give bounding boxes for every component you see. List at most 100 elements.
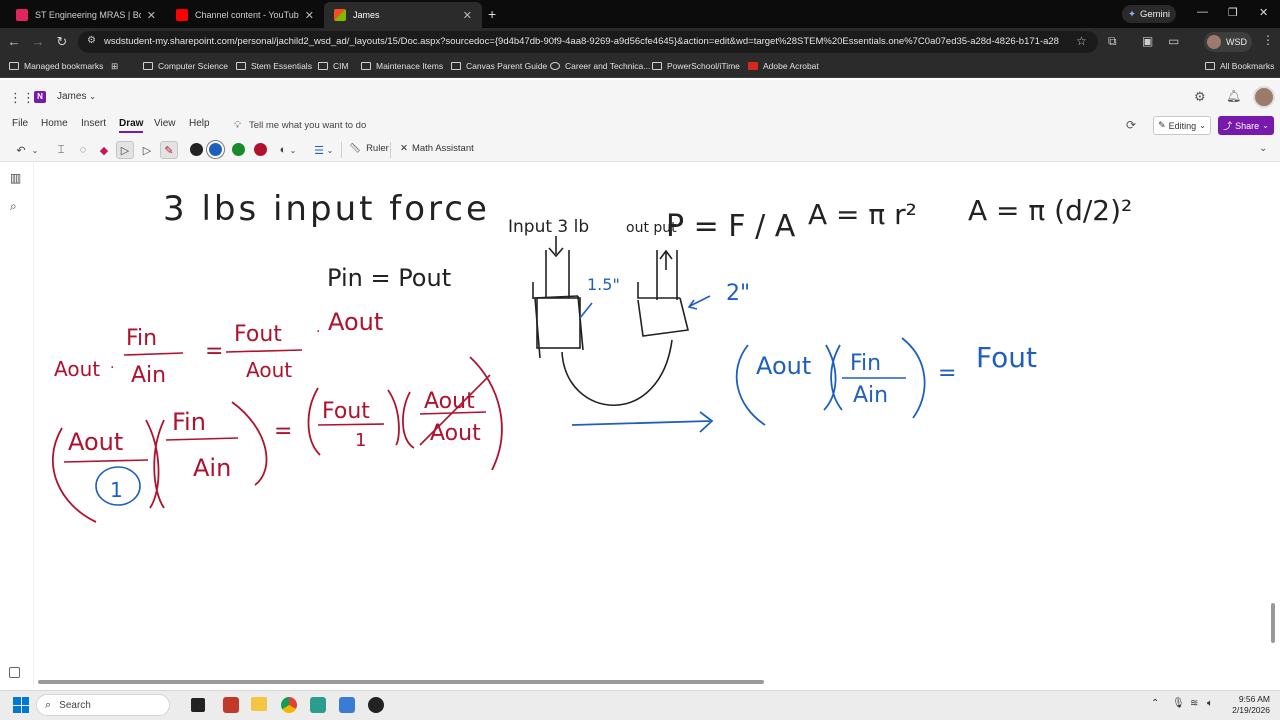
maximize-button[interactable]: ❐ (1228, 6, 1238, 19)
chevron-down-icon: ⌄ (1199, 121, 1206, 130)
back-icon[interactable]: ← (6, 34, 22, 49)
tab-view[interactable]: View (154, 118, 176, 129)
ink-pin-pout: Pin = Pout (327, 264, 451, 292)
pen-color-blue[interactable] (209, 143, 222, 156)
type-select-icon[interactable]: ⌶ (52, 141, 70, 159)
ink-drawing: 3 lbs input force Pin = Pout Input 3 lb … (52, 189, 1132, 523)
omnibox[interactable]: ⚙ wsdstudent-my.sharepoint.com/personal/… (78, 31, 1098, 53)
bookmark-canvas[interactable]: Canvas Parent Guide (451, 61, 547, 71)
ink-to-shape-icon[interactable]: ✎ (160, 141, 178, 159)
search-icon[interactable]: ⌕ (10, 199, 17, 214)
ink-canvas[interactable]: 3 lbs input force Pin = Pout Input 3 lb … (34, 163, 1280, 688)
browser-tab-st-engineering[interactable]: ST Engineering MRAS | Boston ✕ (6, 4, 166, 26)
tab-insert[interactable]: Insert (81, 118, 106, 129)
input-cylinder (532, 282, 584, 359)
ribbon-tabs: File Home Insert Draw View Help 💡︎ Tell … (0, 114, 1280, 138)
page-list-icon[interactable] (9, 667, 20, 678)
tray-chevron-up-icon[interactable]: ⌃ (1151, 698, 1159, 709)
wifi-icon[interactable]: ≋ (1190, 698, 1198, 709)
extensions-icon[interactable]: ⧉ (1108, 34, 1117, 49)
pen-color-green[interactable] (232, 143, 245, 156)
star-icon[interactable]: ☆ (1076, 34, 1087, 48)
app-icon-red[interactable] (223, 697, 239, 713)
bookmark-maintenace[interactable]: Maintenace Items (361, 61, 443, 71)
task-view-icon[interactable] (191, 698, 205, 712)
forward-icon[interactable]: → (30, 34, 46, 49)
minimize-button[interactable]: — (1197, 6, 1208, 18)
gemini-button[interactable]: ✦ Gemini (1122, 5, 1176, 23)
undo-icon[interactable]: ↶ (12, 141, 30, 159)
reload-icon[interactable]: ↻ (54, 34, 70, 50)
all-bookmarks[interactable]: All Bookmarks (1205, 61, 1274, 71)
pointer-tool-icon[interactable]: ▷ (138, 141, 156, 159)
close-icon[interactable]: ✕ (147, 9, 156, 22)
share-button[interactable]: ⤴ Share ⌄ (1218, 116, 1274, 135)
app-icon-teal[interactable] (310, 697, 326, 713)
globe-icon (550, 62, 560, 70)
profile-button[interactable]: WSD (1204, 32, 1252, 52)
pointer-tool-selected-icon[interactable]: ▷ (116, 141, 134, 159)
more-menu-icon[interactable]: ⋮ (1262, 33, 1274, 47)
math-assistant-button[interactable]: ✕ Math Assistant (400, 143, 474, 154)
app-icon-blue[interactable] (339, 697, 355, 713)
ink-eq1-left-den: Ain (131, 363, 166, 388)
file-explorer-icon[interactable] (251, 697, 267, 711)
tab-help[interactable]: Help (189, 118, 210, 129)
tab-home[interactable]: Home (41, 118, 68, 129)
close-icon[interactable]: ✕ (463, 9, 472, 22)
browser-tab-youtube-studio[interactable]: Channel content - YouTube Stu ✕ (166, 4, 324, 26)
windows-start-icon[interactable] (13, 697, 29, 713)
notebook-name[interactable]: James ⌄ (57, 91, 96, 102)
close-window-button[interactable]: ✕ (1259, 6, 1268, 19)
tab-file[interactable]: File (12, 118, 28, 129)
notifications-bell-icon[interactable]: 🔔︎ (1226, 89, 1241, 103)
chrome-icon[interactable] (281, 697, 297, 713)
lasso-select-icon[interactable]: ◌ (74, 141, 92, 159)
site-info-icon[interactable]: ⚙ (87, 35, 96, 46)
url-text[interactable]: wsdstudent-my.sharepoint.com/personal/ja… (104, 36, 1059, 47)
new-tab-button[interactable]: + (488, 6, 496, 22)
pen-color-black[interactable] (190, 143, 203, 156)
undo-dropdown-chevron-icon[interactable]: ⌄ (29, 141, 41, 159)
chevron-down-icon[interactable]: ⌄ (287, 141, 299, 159)
ink-dot: · (110, 360, 114, 376)
settings-gear-icon[interactable]: ⚙ (1194, 89, 1206, 105)
app-icon-dark[interactable] (368, 697, 384, 713)
bookmark-managed[interactable]: Managed bookmarks (9, 61, 103, 71)
bookmark-career[interactable]: Career and Technica... (550, 61, 650, 71)
microphone-icon[interactable]: 🎙︎ (1172, 698, 1185, 709)
notebooks-icon[interactable]: ▥ (10, 171, 21, 185)
eraser-icon[interactable]: ◆ (95, 141, 113, 159)
user-avatar[interactable] (1253, 86, 1275, 108)
horizontal-scrollbar[interactable] (38, 680, 764, 684)
bookmark-adobe[interactable]: Adobe Acrobat (748, 61, 819, 71)
bookmark-cim[interactable]: CIM (318, 61, 349, 71)
tell-me-search[interactable]: 💡︎ Tell me what you want to do (228, 116, 388, 135)
sync-icon[interactable]: ⟳ (1126, 118, 1136, 132)
ruler-button[interactable]: 📏︎ Ruler (349, 143, 389, 154)
chevron-down-icon[interactable]: ⌄ (324, 141, 336, 159)
close-icon[interactable]: ✕ (305, 9, 314, 22)
clock[interactable]: 9:56 AM 2/19/2026 (1228, 694, 1270, 716)
toolbar-divider (341, 142, 342, 158)
volume-icon[interactable]: 🔈︎ (1207, 698, 1213, 709)
input-arrow (548, 236, 564, 258)
pen-color-red[interactable] (254, 143, 267, 156)
vertical-scrollbar[interactable] (1271, 603, 1275, 643)
browser-tab-james[interactable]: James ✕ (324, 2, 482, 28)
bookmark-computer-science[interactable]: Computer Science (143, 61, 228, 71)
ink-eq1-mult: Aout (54, 357, 100, 381)
tab-draw[interactable]: Draw (119, 118, 144, 133)
collapse-ribbon-chevron-icon[interactable]: ⌄ (1259, 143, 1267, 154)
eq3-paren-mid (823, 344, 843, 411)
taskbar-search[interactable]: ⌕ Search (36, 694, 170, 716)
apps-grid-icon[interactable]: ⊞ (111, 61, 118, 72)
split-view-icon[interactable]: ▣ (1142, 34, 1153, 48)
ink-eq3-result: Fout (976, 341, 1037, 374)
ink-eq2-c-den: 1 (355, 430, 366, 451)
bookmark-powerschool[interactable]: PowerSchool/iTime (652, 61, 740, 71)
editing-mode-button[interactable]: ✎ Editing ⌄ (1153, 116, 1211, 135)
eq2-paren-c-open (307, 387, 321, 456)
cast-icon[interactable]: ▭ (1168, 34, 1179, 48)
bookmark-stem-essentials[interactable]: Stem Essentials (236, 61, 312, 71)
